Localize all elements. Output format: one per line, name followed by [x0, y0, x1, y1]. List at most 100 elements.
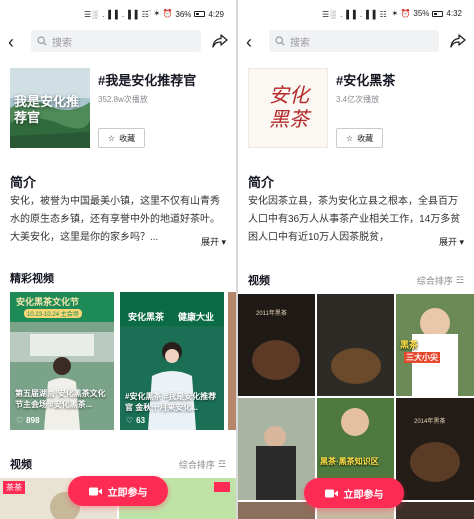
filter-icon: ☲	[217, 459, 226, 469]
expand-label: 展开	[438, 237, 457, 247]
status-bar: ☰░ .▐▐ .▐▐ ☷ ✶ ⏰ 35% 4:32	[238, 0, 474, 28]
signal-indicators: ☰░ .▐▐ .▐▐ ☷	[84, 10, 150, 19]
video-thumbnail[interactable]: 2014年黑茶	[396, 398, 474, 500]
topic-views: 3.4亿次播放	[336, 95, 380, 104]
status-icons: ✶ ⏰	[391, 9, 411, 18]
video-tag-badge	[214, 482, 230, 492]
topic-cover-image: 我是安化推荐官	[10, 68, 90, 148]
video-thumbnail[interactable]	[317, 294, 394, 396]
right-screen: ☰░ .▐▐ .▐▐ ☷ ✶ ⏰ 35% 4:32 ‹ 搜索 安化黑茶 #安化黑…	[238, 0, 474, 519]
topic-cover-image: 安化黑茶	[248, 68, 328, 148]
participate-button[interactable]: 立即参与	[304, 478, 404, 508]
card-banner-sub: 10.23-10.24 主会场	[24, 309, 82, 318]
video-thumbnail[interactable]	[238, 502, 315, 519]
like-count: ♡ 898	[16, 416, 40, 425]
video-tag: 茶茶	[3, 481, 25, 494]
sort-label: 综合排序	[178, 460, 215, 470]
card-caption: #安化黑茶 #我是安化推荐官 金秋十月来安化...	[125, 392, 217, 412]
video-camera-icon	[324, 489, 338, 497]
collect-button[interactable]: ☆ 收藏	[336, 128, 383, 148]
collect-label: 收藏	[357, 133, 374, 143]
person-jacket	[256, 446, 296, 500]
featured-heading: 精彩视频	[10, 273, 54, 285]
videos-heading: 视频	[10, 459, 32, 471]
top-bar: ‹ 搜索	[238, 28, 474, 58]
tea-cake-image	[410, 442, 460, 482]
participate-label: 立即参与	[107, 487, 148, 499]
star-icon: ☆	[107, 133, 116, 143]
featured-video-card[interactable]: 安化黑茶 健康大业 #安化黑茶 #我是安化推荐官 金秋十月来安化... ♡ 63	[120, 292, 224, 430]
battery-icon	[432, 10, 444, 17]
share-icon[interactable]	[450, 34, 466, 48]
video-thumbnail[interactable]: 2011年黑茶	[238, 294, 315, 396]
intro-heading: 简介	[248, 175, 275, 190]
card-banner: 安化黑茶文化节 10.23-10.24 主会场	[10, 292, 114, 322]
search-placeholder: 搜索	[52, 37, 72, 49]
expand-button[interactable]: 展开 ▾	[434, 235, 464, 248]
grid-caption: 2011年黑茶	[256, 311, 287, 317]
participate-button[interactable]: 立即参与	[68, 476, 168, 506]
grid-caption: 黑茶	[400, 340, 419, 350]
sort-label: 综合排序	[416, 276, 453, 286]
tea-cake-image	[252, 340, 300, 380]
back-icon[interactable]: ‹	[246, 32, 252, 52]
search-placeholder: 搜索	[290, 37, 310, 49]
share-icon[interactable]	[212, 34, 228, 48]
clock: 4:29	[208, 9, 224, 19]
heart-icon: ♡	[16, 416, 24, 425]
status-bar: ☰░ .▐▐ .▐▐ ☷ ં ✶ ⏰ 36% 4:29	[0, 0, 236, 28]
person-figure	[264, 426, 286, 448]
status-right: ં ✶ ⏰ 36% 4:29	[145, 9, 224, 19]
signal-indicators: ☰░ .▐▐ .▐▐ ☷	[322, 10, 388, 19]
likes-value: 898	[26, 416, 40, 425]
battery-percent: 36%	[175, 9, 192, 19]
person-figure	[341, 408, 369, 436]
sort-button[interactable]: 综合排序 ☲	[179, 458, 226, 471]
grid-caption: 2014年黑茶	[414, 419, 446, 425]
back-icon[interactable]: ‹	[8, 32, 14, 52]
video-thumbnail[interactable]	[396, 502, 474, 519]
topic-header: 安化黑茶 #安化黑茶 3.4亿次播放 ☆ 收藏	[248, 68, 464, 150]
likes-value: 63	[136, 416, 146, 425]
collect-label: 收藏	[119, 133, 136, 143]
expand-button[interactable]: 展开 ▾	[196, 235, 226, 248]
card-banner-left: 安化黑茶	[128, 312, 165, 322]
participate-label: 立即参与	[343, 489, 384, 501]
next-card-peek	[228, 292, 236, 430]
intro-heading: 简介	[10, 175, 37, 190]
clock: 4:32	[446, 9, 462, 18]
expand-label: 展开	[200, 237, 219, 247]
topic-header: 我是安化推荐官 #我是安化推荐官 352.8w次播放 ☆ 收藏	[10, 68, 226, 150]
top-bar: ‹ 搜索	[0, 28, 236, 58]
battery-icon	[194, 11, 206, 17]
search-input[interactable]: 搜索	[31, 30, 201, 52]
card-banner-right: 健康大业	[178, 312, 215, 322]
battery-percent: 35%	[413, 9, 430, 18]
search-input[interactable]: 搜索	[269, 30, 439, 52]
status-right: ✶ ⏰ 35% 4:32	[392, 9, 462, 18]
video-thumbnail[interactable]: 黑茶 三大小尖	[396, 294, 474, 396]
triangle-down-icon: ▾	[221, 237, 226, 247]
triangle-down-icon: ▾	[459, 237, 464, 247]
cover-logo-text: 安化黑茶	[269, 83, 309, 131]
cover-caption: 我是安化推荐官	[14, 94, 80, 125]
card-thumbnail	[10, 322, 114, 430]
collect-button[interactable]: ☆ 收藏	[98, 128, 145, 148]
heart-icon: ♡	[126, 416, 134, 425]
grid-caption: 三大小尖	[404, 352, 440, 363]
card-banner: 安化黑茶 健康大业	[120, 292, 224, 326]
topic-title: #安化黑茶	[336, 73, 396, 88]
grid-caption: 黑茶·黑茶知识区	[320, 457, 379, 466]
topic-title: #我是安化推荐官	[98, 73, 197, 88]
star-icon: ☆	[345, 133, 354, 143]
sort-button[interactable]: 综合排序 ☲	[417, 274, 464, 287]
person-shirt	[412, 334, 458, 396]
left-screen: ☰░ .▐▐ .▐▐ ☷ ં ✶ ⏰ 36% 4:29 ‹ 搜索 我是安化推荐官	[0, 0, 236, 519]
featured-video-card[interactable]: 安化黑茶文化节 10.23-10.24 主会场 第五届湖南·安化黑茶文化节主会场…	[10, 292, 114, 430]
tea-cake-image	[331, 348, 381, 384]
like-count: ♡ 63	[126, 416, 145, 425]
video-thumbnail[interactable]	[238, 398, 315, 500]
card-banner-title: 安化黑茶文化节	[16, 297, 80, 307]
filter-icon: ☲	[455, 275, 464, 285]
intro-text: 安化因茶立县，茶为安化立县之根本，全县百万人口中有36万人从事茶产业相关工作，1…	[248, 196, 461, 243]
